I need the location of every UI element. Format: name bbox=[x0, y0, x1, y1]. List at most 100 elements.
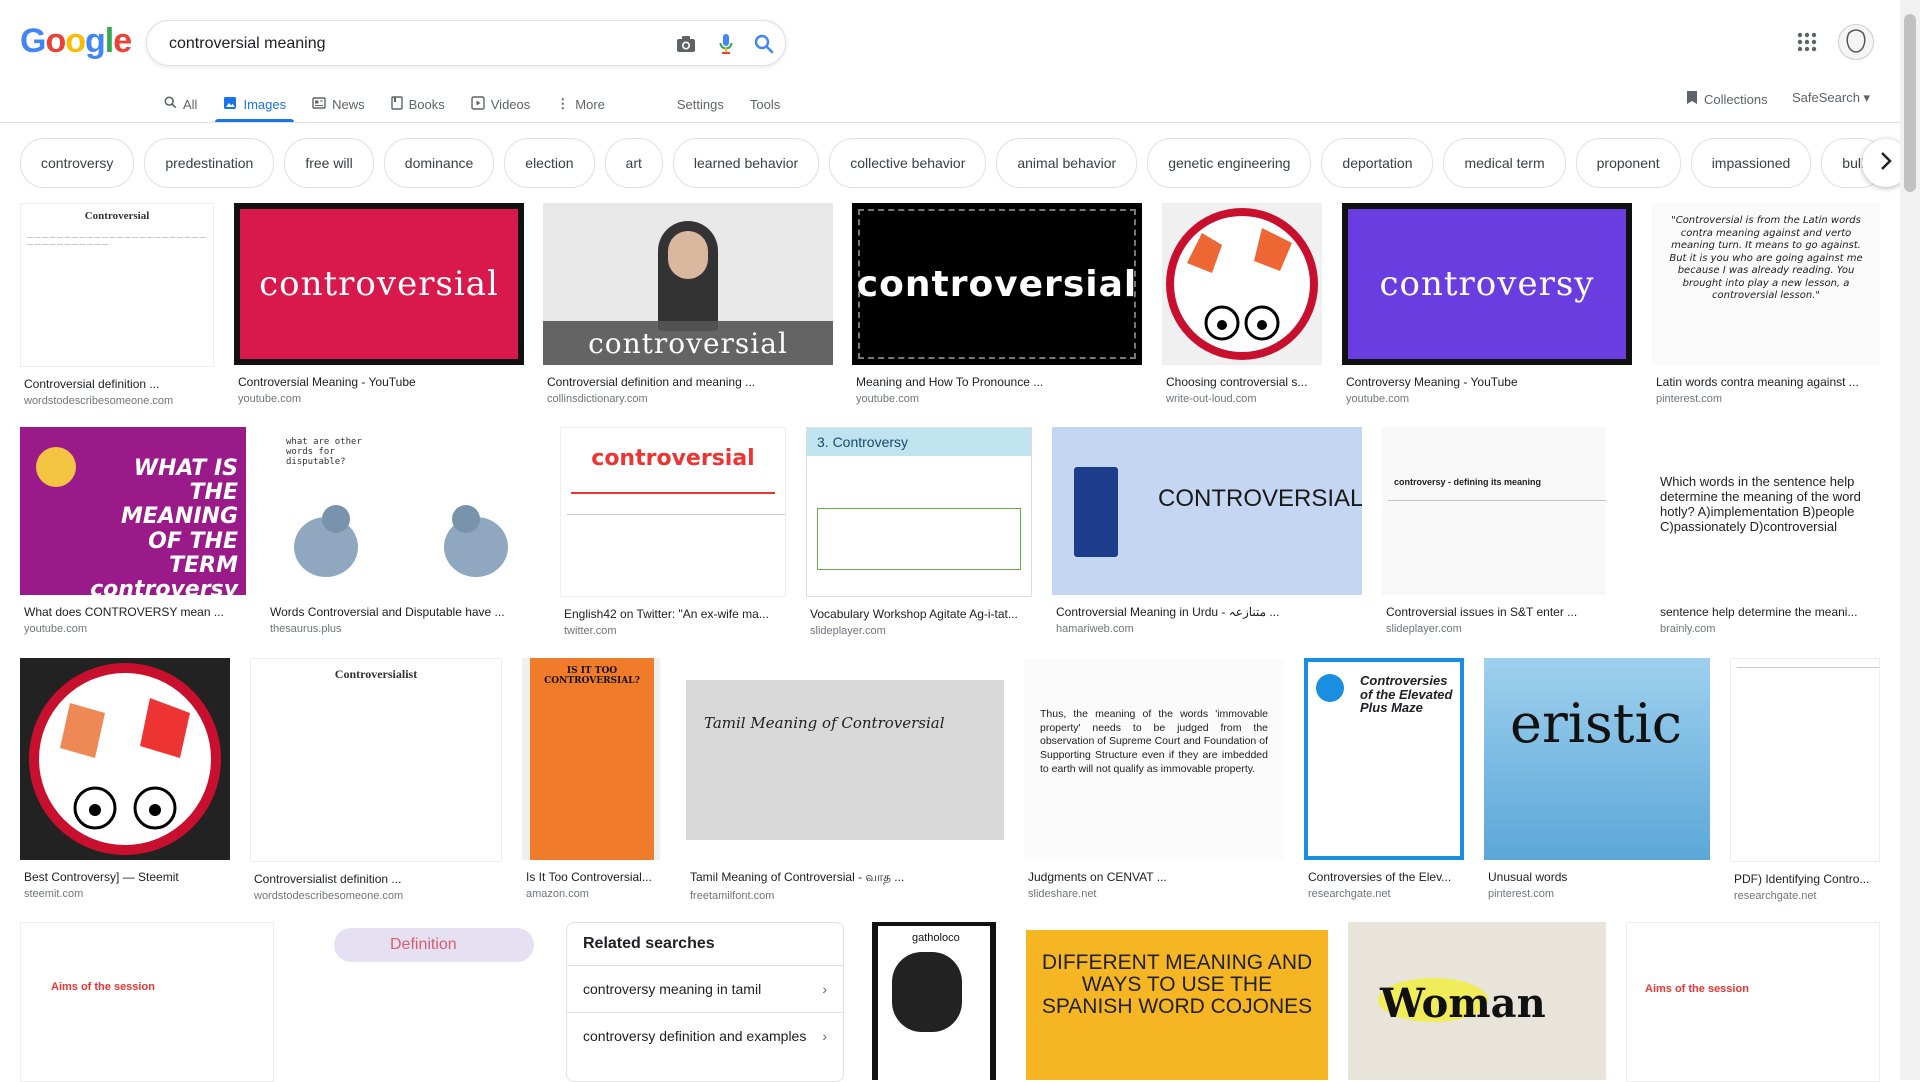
image-result[interactable]: controversy - defining its meaning —————… bbox=[1382, 427, 1606, 635]
tab-all[interactable]: All bbox=[164, 86, 197, 122]
image-result[interactable]: 3. Controversy Vocabulary Workshop Agita… bbox=[806, 427, 1032, 637]
thumb-text: Woman bbox=[1380, 980, 1546, 1027]
suggestion-chip[interactable]: animal behavior bbox=[996, 138, 1138, 188]
result-caption: Controversial Meaning in Urdu - متنازعہ … bbox=[1056, 605, 1280, 619]
image-result[interactable]: ————————————————————————————————————————… bbox=[1730, 658, 1880, 902]
image-result[interactable]: Controversial — — — — — — — — — — — — — … bbox=[20, 203, 214, 407]
doc-lines: ————————————————————————————————————————… bbox=[1737, 665, 1880, 671]
thumb-text: eristic bbox=[1510, 692, 1682, 755]
tab-label: Images bbox=[243, 96, 287, 112]
image-result[interactable]: CONTROVERSIAL Controversial Meaning in U… bbox=[1052, 427, 1362, 635]
image-result[interactable]: IS IT TOO CONTROVERSIAL? Is It Too Contr… bbox=[522, 658, 660, 900]
search-icon bbox=[164, 96, 177, 112]
suggestion-chip[interactable]: impassioned bbox=[1690, 138, 1812, 188]
image-result[interactable]: Controversies of the Elevated Plus Maze … bbox=[1304, 658, 1464, 900]
suggestion-chip[interactable]: genetic engineering bbox=[1147, 138, 1312, 188]
result-thumbnail: controversial bbox=[543, 203, 833, 365]
result-source: researchgate.net bbox=[1308, 888, 1391, 900]
image-result[interactable]: "Controversial is from the Latin words c… bbox=[1652, 203, 1880, 405]
result-caption: Controversial Meaning - YouTube bbox=[238, 375, 416, 389]
tab-images[interactable]: Images bbox=[215, 86, 294, 122]
image-result[interactable]: Thus, the meaning of the words 'immovabl… bbox=[1024, 658, 1284, 900]
image-result[interactable]: Controversialist Controversialist defini… bbox=[250, 658, 502, 902]
suggestion-chip[interactable]: free will bbox=[284, 138, 374, 188]
result-thumbnail: WHAT IS THE MEANING OF THE TERM controve… bbox=[20, 427, 246, 595]
suggestion-chip[interactable]: election bbox=[504, 138, 595, 188]
result-source: twitter.com bbox=[564, 625, 617, 637]
suggestion-chip[interactable]: medical term bbox=[1443, 138, 1566, 188]
google-logo[interactable]: Google bbox=[20, 22, 132, 61]
result-thumbnail: Aims of the session bbox=[20, 922, 274, 1082]
image-result[interactable]: eristic Unusual words pinterest.com bbox=[1484, 658, 1710, 900]
tab-label: Settings bbox=[676, 96, 724, 112]
related-search-item[interactable]: controversy meaning in tamil › bbox=[567, 965, 843, 1012]
image-result[interactable]: gatholoco bbox=[872, 922, 996, 1080]
thumb-text: DIFFERENT MEANING AND WAYS TO USE THE SP… bbox=[1041, 951, 1313, 1019]
avatar[interactable] bbox=[1838, 24, 1874, 60]
search-icon[interactable] bbox=[753, 33, 775, 55]
thumb-text: Thus, the meaning of the words 'immovabl… bbox=[1040, 708, 1268, 775]
result-caption: Meaning and How To Pronounce ... bbox=[856, 375, 1044, 389]
suggestion-chip[interactable]: learned behavior bbox=[672, 138, 820, 188]
result-caption: Vocabulary Workshop Agitate Ag-i-tat... bbox=[810, 607, 1018, 621]
image-result[interactable]: Woman bbox=[1348, 922, 1606, 1080]
image-result[interactable]: controversial Controversial Meaning - Yo… bbox=[234, 203, 524, 405]
image-result[interactable]: controversy Controversy Meaning - YouTub… bbox=[1342, 203, 1632, 405]
tab-videos[interactable]: Videos bbox=[471, 86, 530, 122]
image-result[interactable]: Aims of the session bbox=[1626, 922, 1880, 1082]
thumb-text: Controversial bbox=[84, 210, 150, 222]
tab-books[interactable]: Books bbox=[390, 86, 445, 122]
image-result[interactable]: Which words in the sentence help determi… bbox=[1656, 427, 1880, 635]
camera-icon[interactable] bbox=[675, 33, 697, 55]
image-result[interactable]: controversial Controversial definition a… bbox=[543, 203, 833, 405]
image-result[interactable]: controversial Meaning and How To Pronoun… bbox=[852, 203, 1142, 405]
apps-grid-icon[interactable] bbox=[1795, 30, 1819, 54]
suggestion-chip[interactable]: deportation bbox=[1321, 138, 1434, 188]
image-result[interactable]: Best Controversy] — Steemit steemit.com bbox=[20, 658, 230, 900]
result-source: slideplayer.com bbox=[1386, 623, 1462, 635]
tab-news[interactable]: News bbox=[312, 86, 365, 122]
doc-lines: ————————————————————————————————————————… bbox=[1388, 497, 1606, 504]
logo-letter: g bbox=[85, 22, 106, 60]
tab-settings[interactable]: Settings bbox=[677, 86, 724, 122]
related-searches-title: Related searches bbox=[583, 935, 715, 952]
thumb-text: controversial bbox=[856, 263, 1138, 305]
result-thumbnail: what are other words for disputable? bbox=[266, 427, 540, 595]
image-result[interactable]: what are other words for disputable? Wor… bbox=[266, 427, 540, 635]
related-search-item[interactable]: controversy definition and examples › bbox=[567, 1012, 843, 1059]
scrollbar-thumb[interactable] bbox=[1904, 14, 1916, 192]
result-source: collinsdictionary.com bbox=[547, 393, 648, 405]
suggestion-chip[interactable]: predestination bbox=[144, 138, 275, 188]
tab-more[interactable]: ⋮ More bbox=[556, 86, 605, 122]
result-thumbnail bbox=[1162, 203, 1322, 365]
image-result[interactable]: Choosing controversial s... write-out-lo… bbox=[1162, 203, 1322, 405]
tab-tools[interactable]: Tools bbox=[750, 86, 780, 122]
chevron-right-icon: › bbox=[822, 981, 827, 997]
page-scrollbar[interactable] bbox=[1900, 0, 1920, 1080]
doc-lines: — — — — — — — — — — — — — — — — — — — — … bbox=[27, 235, 206, 249]
suggestion-chip[interactable]: controversy bbox=[20, 138, 135, 188]
suggestion-chip[interactable]: collective behavior bbox=[829, 138, 987, 188]
search-input[interactable] bbox=[167, 31, 651, 57]
collections-link[interactable]: Collections bbox=[1686, 90, 1768, 108]
tab-label: News bbox=[332, 96, 365, 112]
video-icon bbox=[471, 95, 485, 113]
image-result[interactable]: DIFFERENT MEANING AND WAYS TO USE THE SP… bbox=[1026, 930, 1328, 1080]
image-result[interactable]: Aims of the session bbox=[20, 922, 274, 1082]
result-source: write-out-loud.com bbox=[1166, 393, 1257, 405]
suggestion-chip[interactable]: proponent bbox=[1575, 138, 1681, 188]
suggestion-chip[interactable]: dominance bbox=[383, 138, 495, 188]
image-result[interactable]: Tamil Meaning of Controversial Tamil Mea… bbox=[686, 658, 1004, 902]
image-result[interactable]: Definition bbox=[294, 922, 546, 1080]
result-thumbnail: eristic bbox=[1484, 658, 1710, 860]
tab-label: All bbox=[183, 96, 198, 112]
image-result[interactable]: controversial ——————————————————————————… bbox=[560, 427, 786, 637]
image-result[interactable]: WHAT IS THE MEANING OF THE TERM controve… bbox=[20, 427, 246, 635]
result-source: wordstodescribesomeone.com bbox=[24, 395, 174, 407]
result-thumbnail: controversial bbox=[234, 203, 524, 365]
result-caption: Words Controversial and Disputable have … bbox=[270, 605, 505, 619]
suggestion-chip[interactable]: art bbox=[604, 138, 663, 188]
result-thumbnail: 3. Controversy bbox=[806, 427, 1032, 597]
safesearch-toggle[interactable]: SafeSearch ▾ bbox=[1792, 90, 1870, 106]
microphone-icon[interactable] bbox=[715, 33, 737, 55]
